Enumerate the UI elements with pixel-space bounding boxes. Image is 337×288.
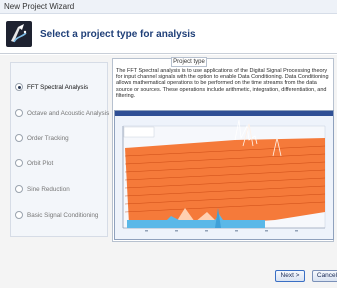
option-fft-spectral-analysis[interactable]: FFT Spectral Analysis [11,81,109,95]
radio-icon[interactable] [15,83,23,91]
radio-icon[interactable] [15,211,23,219]
option-label: FFT Spectral Analysis [27,84,89,91]
waterfall-plot-image [115,116,333,239]
option-order-tracking[interactable]: Order Tracking [11,132,109,146]
radio-icon[interactable] [15,109,23,117]
title-bar: New Project Wizard [0,0,337,14]
option-label: Orbit Plot [27,160,54,167]
project-type-legend: Project type [171,57,207,67]
option-label: Sine Reduction [27,186,70,193]
option-label: Basic Signal Conditioning [27,212,99,219]
wizard-icon [6,21,32,47]
option-octave-acoustic-analysis[interactable]: Octave and Acoustic Analysis [11,107,109,121]
option-label: Order Tracking [27,135,69,142]
project-type-description: The FFT Spectral analysis is to use appl… [116,68,329,99]
option-label: Octave and Acoustic Analysis [27,110,110,117]
page-heading: Select a project type for analysis [40,29,196,40]
window-title: New Project Wizard [4,2,75,11]
option-orbit-plot[interactable]: Orbit Plot [11,157,109,171]
radio-icon[interactable] [15,185,23,193]
radio-icon[interactable] [15,134,23,142]
next-button[interactable]: Next > [275,270,305,282]
option-basic-signal-conditioning[interactable]: Basic Signal Conditioning [11,209,109,223]
option-sine-reduction[interactable]: Sine Reduction [11,183,109,197]
cancel-button[interactable]: Cancel [312,270,337,282]
project-type-options: FFT Spectral Analysis Octave and Acousti… [10,62,109,237]
radio-icon[interactable] [15,159,23,167]
wizard-header: Select a project type for analysis [0,14,337,54]
preview-image [114,110,334,240]
